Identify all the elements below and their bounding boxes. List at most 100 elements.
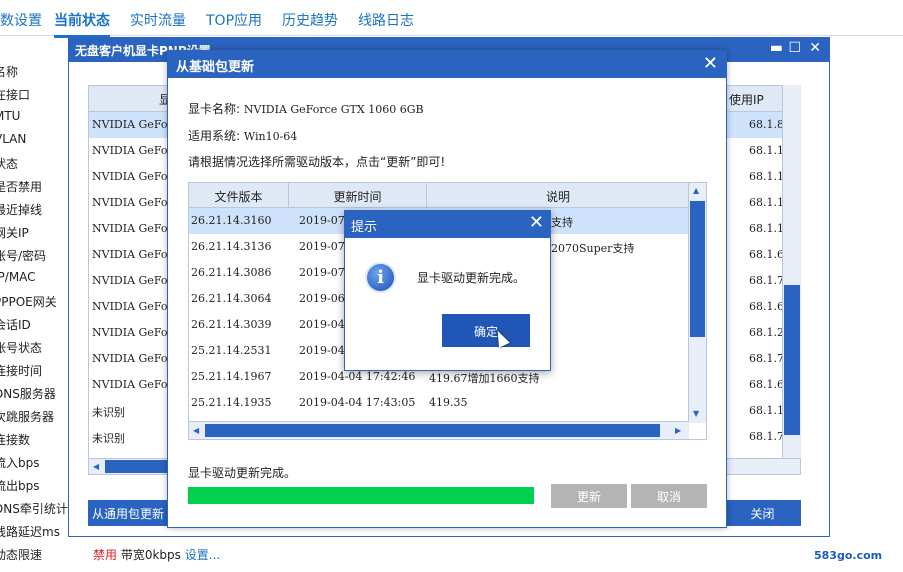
- notice-dialog: 提示 ✕ i 显卡驱动更新完成。 确定: [344, 210, 551, 371]
- table-cell: 68.1.8: [749, 118, 784, 131]
- table-cell: 25.21.14.1967: [191, 370, 272, 383]
- close-icon[interactable]: ✕: [809, 40, 821, 56]
- notice-titlebar: 提示 ✕: [345, 211, 550, 238]
- close-button[interactable]: 关闭: [724, 500, 801, 526]
- line-status: 禁用 带宽0kbps 设置...: [93, 546, 220, 563]
- sidebar-item: 动态限速: [0, 548, 43, 562]
- table-cell: 419.67增加1660支持: [429, 372, 540, 385]
- sidebar-item: 最近掉线: [0, 203, 43, 217]
- progress-fill: [188, 487, 534, 504]
- tab-current-status[interactable]: 当前状态: [54, 10, 110, 38]
- os-value: Win10-64: [243, 130, 298, 143]
- table-cell: 26.21.14.3086: [191, 266, 272, 279]
- column-header: 使用IP: [729, 93, 764, 107]
- table-cell: 2019-04: [299, 344, 345, 357]
- update-dialog-title: 从基础包更新: [176, 60, 255, 75]
- sidebar-item: 是否禁用: [0, 180, 43, 194]
- sidebar-item: DNS牵引统计: [0, 502, 68, 516]
- sidebar-item: MTU: [0, 109, 21, 123]
- close-icon[interactable]: ✕: [703, 53, 718, 74]
- driver-vertical-scrollbar[interactable]: ▲ ▼: [688, 183, 706, 423]
- table-cell: 26.21.14.3160: [191, 214, 272, 227]
- sidebar-item: 线路延迟ms: [0, 525, 60, 539]
- update-dialog-titlebar: 从基础包更新 ✕: [168, 51, 726, 78]
- update-from-generic-button[interactable]: 从通用包更新: [88, 500, 170, 526]
- os-label: 适用系统:: [188, 129, 241, 143]
- scroll-right-icon[interactable]: ▶: [675, 426, 681, 435]
- pnp-vertical-scrollbar[interactable]: [782, 85, 801, 458]
- update-progress-bar: [188, 487, 534, 504]
- scroll-left-icon[interactable]: ◀: [93, 462, 99, 471]
- update-button[interactable]: 更新: [551, 484, 627, 508]
- tab-params[interactable]: 数设置: [0, 10, 42, 30]
- table-cell: 26.21.14.3064: [191, 292, 272, 305]
- top-tab-bar: 数设置 当前状态 实时流量 TOP应用 历史趋势 线路日志: [0, 0, 903, 38]
- table-cell: 26.21.14.3136: [191, 240, 272, 253]
- minimize-icon[interactable]: ▬: [770, 40, 783, 56]
- cancel-button[interactable]: 取消: [631, 484, 707, 508]
- table-cell: 2019-07: [299, 266, 345, 279]
- os-row: 适用系统: Win10-64: [188, 127, 297, 144]
- column-header[interactable]: 更新时间: [289, 188, 426, 205]
- table-cell: 2019-07: [299, 214, 345, 227]
- scroll-thumb[interactable]: [784, 285, 800, 435]
- close-icon[interactable]: ✕: [529, 212, 544, 233]
- card-name-label: 显卡名称:: [188, 102, 241, 116]
- sidebar-item: 账号状态: [0, 341, 43, 355]
- table-cell: 2019-07: [299, 240, 345, 253]
- column-header[interactable]: 文件版本: [189, 188, 288, 205]
- disabled-badge: 禁用: [93, 548, 118, 562]
- table-cell: 2019-06: [299, 292, 345, 305]
- instruction-text: 请根据情况选择所需驱动版本，点击“更新”即可!: [188, 155, 446, 169]
- scroll-thumb[interactable]: [205, 424, 660, 437]
- sidebar-item: 在接口: [0, 88, 31, 102]
- sidebar-item: 连接时间: [0, 364, 43, 378]
- notice-title: 提示: [351, 220, 378, 235]
- sidebar-item: 状态: [0, 157, 19, 171]
- table-row[interactable]: 25.21.14.1935 2019-04-04 17:43:05 419.35: [189, 390, 689, 416]
- table-cell: 未识别: [92, 432, 125, 445]
- scroll-down-icon[interactable]: ▼: [693, 409, 699, 418]
- sidebar-item: 名称: [0, 65, 19, 79]
- tab-line-log[interactable]: 线路日志: [358, 10, 414, 30]
- tab-history-trend[interactable]: 历史趋势: [282, 10, 338, 30]
- bandwidth-text: 带宽0kbps: [120, 548, 181, 562]
- tab-realtime-traffic[interactable]: 实时流量: [130, 10, 186, 30]
- driver-horizontal-scrollbar[interactable]: ◀ ▶: [189, 421, 689, 439]
- card-name-value: NVIDIA GeForce GTX 1060 6GB: [243, 103, 424, 116]
- table-cell: 2019-04: [299, 318, 345, 331]
- tab-top-apps[interactable]: TOP应用: [206, 10, 262, 30]
- scroll-thumb[interactable]: [690, 201, 705, 337]
- table-cell: 25.21.14.2531: [191, 344, 272, 357]
- card-name-row: 显卡名称: NVIDIA GeForce GTX 1060 6GB: [188, 100, 424, 117]
- column-header[interactable]: 说明: [427, 188, 689, 205]
- sidebar-item: VLAN: [0, 132, 27, 146]
- maximize-icon[interactable]: ☐: [788, 40, 801, 56]
- sidebar-item: 次跳服务器: [0, 410, 55, 424]
- info-icon: i: [365, 262, 396, 293]
- watermark: 583go.com: [814, 549, 883, 562]
- sidebar-item: IP/MAC: [0, 270, 36, 284]
- update-status-text: 显卡驱动更新完成。: [188, 466, 297, 480]
- scroll-left-icon[interactable]: ◀: [193, 426, 199, 435]
- table-cell: 2019-04-04 17:42:46: [299, 370, 416, 383]
- sidebar-item: 账号/密码: [0, 249, 47, 263]
- sidebar-item: PPPOE网关: [0, 295, 57, 309]
- table-cell: 支持: [551, 216, 573, 229]
- table-cell: 419.35: [429, 396, 468, 409]
- table-cell: 25.21.14.1935: [191, 396, 272, 409]
- sidebar-item: 流入bps: [0, 456, 40, 470]
- table-cell: 26.21.14.3039: [191, 318, 272, 331]
- notice-message: 显卡驱动更新完成。: [417, 271, 526, 285]
- ok-button[interactable]: 确定: [442, 314, 530, 347]
- sidebar-item: 网关IP: [0, 226, 29, 240]
- settings-link[interactable]: 设置...: [185, 548, 220, 562]
- scroll-up-icon[interactable]: ▲: [693, 186, 699, 195]
- driver-table-header: 文件版本 更新时间 说明: [189, 183, 706, 208]
- sidebar-item: 连接数: [0, 433, 31, 447]
- table-cell: 2070Super支持: [551, 242, 635, 255]
- sidebar-item: 流出bps: [0, 479, 40, 493]
- sidebar-item: DNS服务器: [0, 387, 56, 401]
- sidebar-item: 会话ID: [0, 318, 31, 332]
- table-cell: 2019-04-04 17:43:05: [299, 396, 416, 409]
